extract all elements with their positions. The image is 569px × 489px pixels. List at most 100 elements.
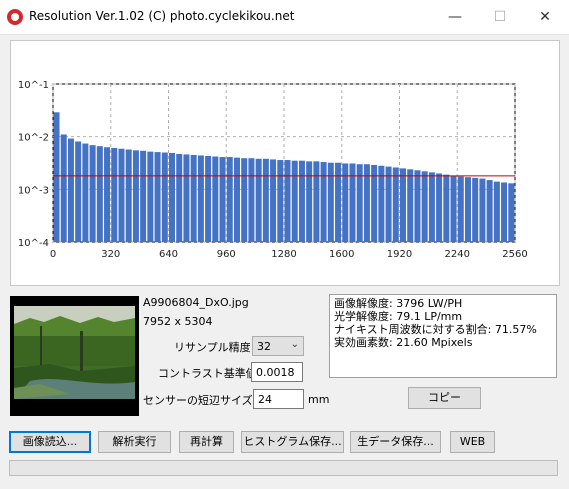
image-thumbnail [10, 296, 139, 416]
histogram-bar [262, 158, 269, 242]
x-tick-label: 1280 [271, 249, 296, 260]
histogram-bar [320, 162, 327, 242]
close-button[interactable]: ✕ [522, 0, 568, 34]
optical-resolution-result: 光学解像度: 79.1 LP/mm [334, 310, 463, 323]
histogram-bar [255, 158, 262, 242]
image-dimensions: 7952 x 5304 [143, 315, 213, 328]
histogram-bar [407, 169, 414, 242]
histogram-bar [378, 165, 385, 242]
histogram-bar [226, 157, 233, 242]
histogram-bar [96, 146, 103, 242]
app-icon [7, 9, 23, 25]
histogram-bar [161, 152, 168, 242]
histogram-bar [125, 149, 132, 242]
histogram-bar [132, 150, 139, 242]
maximize-button[interactable]: ☐ [477, 0, 523, 34]
histogram-bar [443, 174, 450, 242]
x-tick-label: 2240 [445, 249, 470, 260]
contrast-label: コントラスト基準値 [158, 367, 257, 380]
histogram-bar [190, 154, 197, 242]
y-tick-label: 10^-1 [18, 80, 49, 91]
histogram-bar [277, 160, 284, 242]
results-box[interactable]: 画像解像度: 3796 LW/PH 光学解像度: 79.1 LP/mm ナイキス… [329, 294, 557, 378]
thumbnail-landscape-image [10, 296, 139, 416]
histogram-bar [219, 157, 226, 242]
histogram-bar [291, 160, 298, 242]
x-tick-label: 320 [101, 249, 120, 260]
histogram-bar [342, 163, 349, 242]
recalculate-button[interactable]: 再計算 [179, 431, 234, 453]
histogram-bar [479, 178, 486, 242]
histogram-bar [327, 162, 334, 242]
histogram-bar [89, 145, 96, 242]
chevron-down-icon: ⌄ [290, 339, 299, 350]
save-raw-data-button[interactable]: 生データ保存... [350, 431, 441, 453]
effective-pixels-result: 実効画素数: 21.60 Mpixels [334, 336, 473, 349]
histogram-bar [75, 141, 82, 242]
histogram-bar [111, 147, 118, 242]
histogram-bar [298, 160, 305, 242]
histogram-bar [197, 155, 204, 242]
histogram-bar [104, 147, 111, 242]
histogram-bar [335, 162, 342, 242]
histogram-bar [212, 156, 219, 242]
histogram-bar [392, 167, 399, 242]
histogram-bar [53, 112, 60, 242]
histogram-bar [428, 172, 435, 242]
histogram-bar [82, 143, 89, 242]
histogram-bar [385, 166, 392, 242]
histogram-bar [270, 159, 277, 242]
histogram-bar [436, 173, 443, 242]
load-image-button[interactable]: 画像読込... [9, 431, 91, 453]
save-histogram-button[interactable]: ヒストグラム保存... [241, 431, 344, 453]
file-name: A9906804_DxO.jpg [143, 296, 249, 309]
histogram-bar [241, 158, 248, 242]
copy-button[interactable]: コピー [408, 387, 481, 409]
histogram-bar [414, 170, 421, 242]
histogram-bar [421, 171, 428, 242]
histogram-bar [371, 164, 378, 242]
image-resolution-result: 画像解像度: 3796 LW/PH [334, 297, 463, 310]
histogram-bar [154, 152, 161, 242]
histogram-bar [205, 155, 212, 242]
resample-label: リサンプル精度 [174, 341, 251, 354]
histogram-bar [233, 157, 240, 242]
x-tick-label: 0 [50, 249, 56, 260]
histogram-bar [457, 176, 464, 242]
histogram-bar [60, 134, 67, 242]
histogram-bar [486, 180, 493, 242]
sensor-size-input[interactable]: 24 [253, 389, 304, 409]
histogram-chart-panel: 10^-1 10^-2 10^-3 10^-4 0 320 640 960 1280 1600 1… [10, 40, 560, 286]
histogram-bar [464, 177, 471, 242]
histogram-bar [313, 161, 320, 242]
y-tick-label: 10^-3 [18, 185, 49, 196]
minimize-button[interactable]: — [432, 0, 478, 34]
histogram-bar [140, 150, 147, 242]
histogram-bar [400, 168, 407, 242]
web-button[interactable]: WEB [450, 431, 495, 453]
histogram-bar [248, 158, 255, 242]
x-tick-label: 2560 [502, 249, 527, 260]
histogram-bar [147, 151, 154, 242]
histogram-bar [176, 153, 183, 242]
y-tick-label: 10^-2 [18, 133, 49, 144]
resample-value: 32 [257, 340, 271, 353]
resample-select[interactable]: 32 ⌄ [252, 336, 304, 356]
histogram-bar [450, 175, 457, 242]
x-tick-label: 1600 [329, 249, 354, 260]
contrast-input[interactable]: 0.0018 [251, 362, 303, 382]
y-axis-ticks: 10^-1 10^-2 10^-3 10^-4 [18, 80, 49, 249]
sensor-size-label: センサーの短辺サイズ [143, 394, 253, 407]
analyze-button[interactable]: 解析実行 [98, 431, 171, 453]
x-tick-label: 960 [217, 249, 236, 260]
histogram-bar [306, 161, 313, 242]
x-axis-ticks: 0 320 640 960 1280 1600 1920 2240 2560 [50, 249, 528, 260]
histogram-chart: 10^-1 10^-2 10^-3 10^-4 0 320 640 960 1280 1600 1… [18, 80, 528, 260]
histogram-bar [284, 160, 291, 242]
histogram-bar [349, 163, 356, 242]
window-title: Resolution Ver.1.02 (C) photo.cyclekikou… [29, 9, 295, 23]
x-tick-label: 1920 [387, 249, 412, 260]
histogram-bar [67, 138, 74, 242]
histogram-bar [472, 177, 479, 242]
histogram-bar [493, 181, 500, 242]
